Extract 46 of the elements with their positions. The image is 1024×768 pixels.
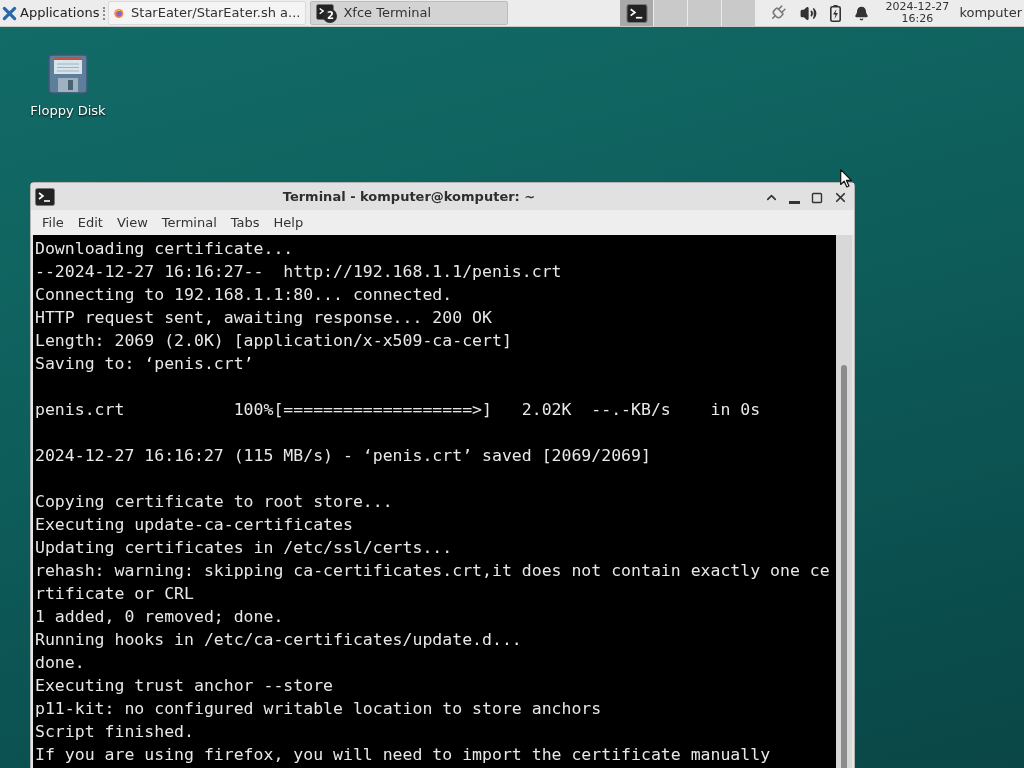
- output-line: rehash: warning: skipping ca-certificates.crt,it does not contain exactly one ce: [35, 560, 830, 582]
- volume-icon[interactable]: [800, 4, 818, 22]
- menu-item[interactable]: View: [109, 212, 155, 233]
- output-line: Updating certificates in /etc/ssl/certs...: [35, 537, 453, 559]
- menu-item[interactable]: Edit: [70, 212, 110, 233]
- menu-item[interactable]: File: [35, 212, 71, 233]
- output-line: p11-kit: no configured writable location to store anchors: [35, 698, 602, 720]
- output-line: Connecting to 192.168.1.1:80... connected.: [35, 284, 453, 306]
- taskbar-button[interactable]: 2 Xfce Terminal: [310, 1, 509, 25]
- output-line: Downloading certificate...: [35, 238, 294, 260]
- mouse-pointer-icon: [840, 169, 852, 188]
- clock-time[interactable]: 16:26: [901, 13, 934, 25]
- workspace-button[interactable]: [620, 0, 654, 26]
- output-line: Saving to: ‘penis.crt’: [35, 353, 254, 375]
- output-line: done.: [35, 652, 85, 674]
- maximize-icon: [811, 191, 823, 204]
- menu-item[interactable]: Tabs: [223, 212, 267, 233]
- menu-item[interactable]: Help: [266, 212, 311, 233]
- output-line: 1 added, 0 removed; done.: [35, 606, 284, 628]
- output-line: HTTP request sent, awaiting response... 200 OK: [35, 307, 492, 329]
- output-line: 2024-12-27 16:16:27 (115 MB/s) - ‘penis.crt’ saved [2069/2069]: [35, 445, 651, 467]
- notification-bell-icon[interactable]: [854, 5, 870, 21]
- output-line: Length: 2069 (2.0K) [application/x-x509-ca-cert]: [35, 330, 512, 352]
- output-line: Executing update-ca-certificates: [35, 514, 353, 536]
- output-line: Script finished.: [35, 721, 194, 743]
- user-menu-button[interactable]: komputer: [959, 3, 1024, 23]
- clock-date[interactable]: 2024-12-27: [885, 1, 950, 13]
- battery-charging-icon: [830, 4, 842, 22]
- cross-logo-icon: [2, 5, 17, 21]
- output-line: If you are using firefox, you will need to import the certificate manually: [35, 744, 771, 766]
- desktop-shortcut[interactable]: Floppy Disk: [18, 54, 118, 121]
- menu-item[interactable]: Terminal: [154, 212, 224, 233]
- output-line: Executing trust anchor --store: [35, 675, 333, 697]
- taskbar-button[interactable]: StarEater/StarEater.sh a...: [108, 1, 307, 25]
- output-line: penis.crt 100%[===================>] 2.02K --.-KB/s in 0s: [35, 399, 761, 421]
- output-line: --2024-12-27 16:16:27-- http://192.168.1.1/penis.crt: [35, 261, 562, 283]
- minimize-icon: [788, 200, 800, 204]
- output-line: Running hooks in /etc/ca-certificates/update.d...: [35, 629, 522, 651]
- window-title: Terminal - komputer@komputer: ~: [281, 187, 537, 206]
- terminal-icon: [35, 187, 55, 206]
- scrollbar-thumb[interactable]: [841, 365, 847, 768]
- output-line: rtificate or CRL: [35, 583, 194, 605]
- applications-menu-button[interactable]: Applications: [0, 0, 102, 26]
- count-badge: 2: [323, 9, 338, 23]
- output-line: Copying certificate to root store...: [35, 491, 393, 513]
- window-thumbnail-icon: [625, 3, 648, 23]
